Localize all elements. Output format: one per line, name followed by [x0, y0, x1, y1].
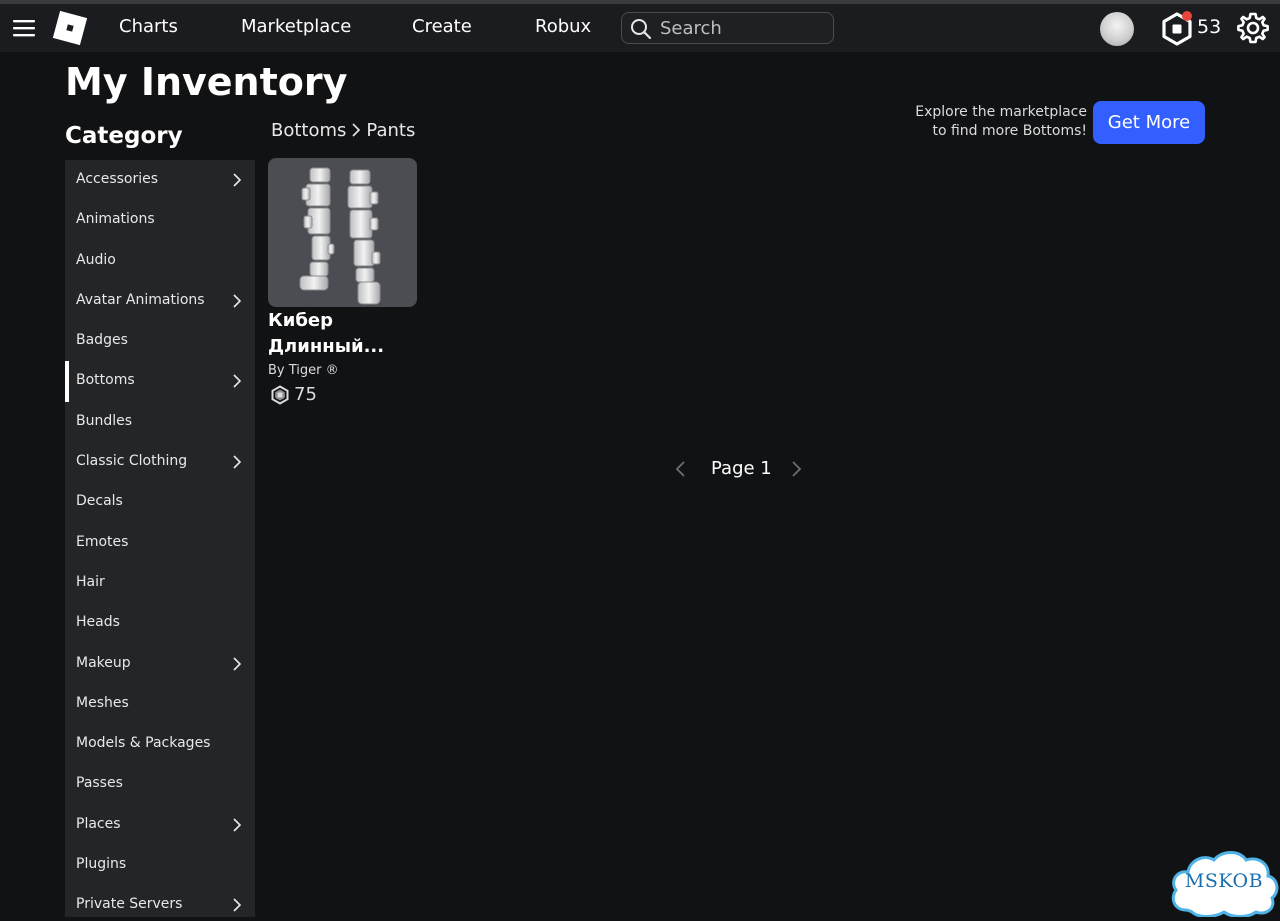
sidebar-item-meshes[interactable]: Meshes	[65, 684, 255, 724]
category-sidebar: Accessories Animations Audio Avatar Anim…	[65, 160, 255, 917]
sidebar-item-label: Accessories	[76, 171, 159, 187]
nav-charts-link[interactable]: Charts	[119, 16, 178, 37]
search-icon	[631, 19, 652, 40]
sidebar-item-label: Meshes	[76, 694, 129, 711]
sidebar-item-heads[interactable]: Heads	[65, 603, 255, 643]
pants-thumbnail-icon	[299, 167, 381, 305]
sidebar-item-passes[interactable]: Passes	[65, 764, 255, 804]
sidebar-item-accessories[interactable]: Accessories	[65, 160, 255, 200]
robux-balance: 53	[1197, 16, 1222, 38]
chevron-right-icon	[233, 294, 242, 308]
sidebar-item-private-servers[interactable]: Private Servers	[65, 885, 255, 917]
promo-line-1: Explore the marketplace	[915, 104, 1087, 120]
menu-icon[interactable]	[12, 17, 36, 39]
nav-create-link[interactable]: Create	[412, 16, 472, 37]
chevron-right-icon	[233, 818, 242, 832]
page-title: My Inventory	[65, 60, 348, 104]
item-card[interactable]: Кибер Длинный... By Tiger ® 75	[268, 158, 418, 408]
sidebar-item-plugins[interactable]: Plugins	[65, 845, 255, 885]
item-name[interactable]: Кибер Длинный...	[268, 308, 418, 360]
pagination-next-icon[interactable]	[789, 458, 805, 480]
promo-text: Explore the marketplace to find more Bot…	[900, 103, 1087, 141]
sidebar-item-emotes[interactable]: Emotes	[65, 523, 255, 563]
chevron-right-icon	[233, 898, 242, 912]
sidebar-item-label: Hair	[76, 573, 105, 590]
sidebar-item-makeup[interactable]: Makeup	[65, 644, 255, 684]
sidebar-item-label: Classic Clothing	[76, 453, 188, 470]
get-more-button[interactable]: Get More	[1093, 101, 1205, 144]
sidebar-item-label: Heads	[76, 614, 120, 631]
roblox-logo-icon[interactable]	[52, 10, 88, 46]
pagination-prev-icon[interactable]	[672, 458, 688, 480]
sidebar-item-animations[interactable]: Animations	[65, 200, 255, 240]
watermark: MSKOB	[1168, 848, 1280, 918]
sidebar-item-label: Badges	[76, 332, 128, 349]
sidebar-item-label: Passes	[76, 775, 123, 792]
breadcrumb-pants: Pants	[366, 120, 416, 141]
top-navigation-bar: Charts Marketplace Create Robux 53	[0, 4, 1280, 52]
item-name-line-1: Кибер	[268, 310, 333, 331]
sidebar-item-audio[interactable]: Audio	[65, 241, 255, 281]
item-creator[interactable]: By Tiger ®	[268, 363, 339, 378]
sidebar-item-badges[interactable]: Badges	[65, 321, 255, 361]
nav-marketplace-link[interactable]: Marketplace	[241, 16, 351, 37]
nav-robux-link[interactable]: Robux	[535, 16, 591, 37]
sidebar-item-hair[interactable]: Hair	[65, 563, 255, 603]
sidebar-item-label: Plugins	[76, 856, 127, 873]
sidebar-item-label: Bottoms	[76, 372, 135, 389]
breadcrumb: Bottoms Pants	[271, 120, 415, 141]
sidebar-item-decals[interactable]: Decals	[65, 482, 255, 522]
watermark-text: MSKOB	[1184, 870, 1264, 892]
notification-dot	[1182, 11, 1192, 21]
sidebar-item-label: Avatar Animations	[76, 291, 205, 308]
promo-line-2: to find more Bottoms!	[932, 123, 1087, 139]
chevron-right-icon	[233, 173, 242, 187]
sidebar-item-models-packages[interactable]: Models & Packages	[65, 724, 255, 764]
item-price-value: 75	[294, 384, 317, 405]
chevron-right-icon	[233, 455, 242, 469]
sidebar-item-label: Decals	[76, 493, 123, 510]
robux-balance-button[interactable]: 53	[1160, 10, 1222, 48]
item-name-line-2: Длинный...	[268, 336, 385, 357]
sidebar-item-label: Makeup	[76, 654, 131, 671]
sidebar-item-label: Audio	[76, 251, 116, 268]
sidebar-item-label: Models & Packages	[76, 735, 211, 752]
chevron-right-icon	[352, 123, 361, 137]
robux-icon	[271, 385, 289, 405]
search-input[interactable]	[660, 15, 828, 41]
pagination-label: Page 1	[711, 458, 772, 479]
sidebar-item-places[interactable]: Places	[65, 805, 255, 845]
sidebar-item-classic-clothing[interactable]: Classic Clothing	[65, 442, 255, 482]
chevron-right-icon	[233, 656, 242, 671]
search-box[interactable]	[621, 12, 834, 44]
user-avatar[interactable]	[1100, 12, 1134, 46]
sidebar-item-label: Private Servers	[76, 896, 183, 913]
gear-icon[interactable]	[1236, 11, 1270, 45]
sidebar-item-label: Places	[76, 815, 121, 832]
sidebar-item-label: Emotes	[76, 533, 129, 550]
sidebar-item-label: Bundles	[76, 412, 133, 429]
sidebar-item-avatar-animations[interactable]: Avatar Animations	[65, 281, 255, 321]
item-thumbnail[interactable]	[268, 158, 417, 307]
sidebar-item-bundles[interactable]: Bundles	[65, 402, 255, 442]
sidebar-item-bottoms[interactable]: Bottoms	[65, 361, 255, 403]
sidebar-item-label: Animations	[76, 211, 155, 228]
chevron-right-icon	[233, 374, 242, 389]
breadcrumb-bottoms[interactable]: Bottoms	[271, 120, 346, 141]
category-heading: Category	[65, 123, 183, 149]
